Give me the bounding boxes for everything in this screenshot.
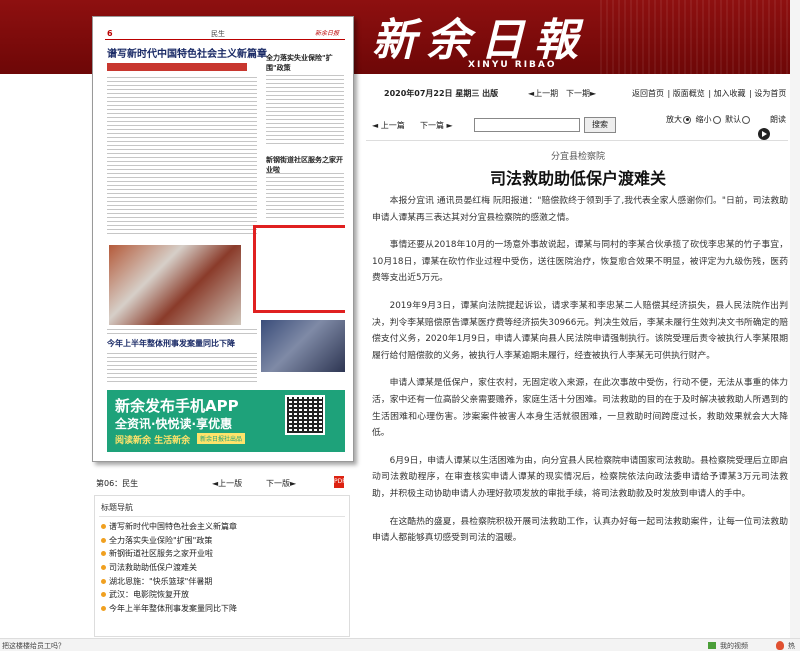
bullet-icon [101, 565, 106, 571]
video-icon[interactable] [708, 642, 716, 649]
masthead-texture [600, 0, 800, 74]
list-item-label[interactable]: 武汉：电影院恢复开放 [109, 590, 189, 599]
pdf-icon[interactable]: PDF [334, 476, 346, 488]
list-item-label[interactable]: 新钢街道社区服务之家开业啦 [109, 549, 213, 558]
thumbnail-page-name: 民生 [211, 30, 225, 38]
article: 分宜县检察院 司法救助助低保户渡难关 本报分宜讯 通讯员晏红梅 阮阳报道："赔偿… [366, 145, 790, 635]
thumbnail-headline-main[interactable]: 谱写新时代中国特色社会主义新篇章 [107, 45, 267, 60]
bullet-icon [101, 606, 106, 612]
zoom-out-label: 缩小 [695, 115, 712, 124]
listen-label[interactable]: 朗读 [770, 114, 786, 125]
thumbnail-headline-bottom[interactable]: 今年上半年整体刑事发案量同比下降 [107, 338, 235, 349]
list-item-label[interactable]: 湖北恩施："快乐篮球"伴暑期 [109, 577, 212, 586]
overview-link[interactable]: 版面概览 [673, 89, 705, 98]
article-paragraph: 2019年9月3日，谭某向法院提起诉讼，请求李某和李忠某二人赔偿其经济损失，县人… [372, 300, 788, 361]
zoom-in-radio[interactable] [683, 115, 691, 124]
hot-link[interactable]: 热 [788, 641, 795, 651]
play-icon[interactable] [758, 128, 770, 140]
list-item[interactable]: 谱写新时代中国特色社会主义新篇章 [101, 520, 237, 534]
thumbnail-headline-side2[interactable]: 新钢街道社区服务之家开业啦 [266, 155, 345, 175]
list-item-label[interactable]: 司法救助助低保户渡难关 [109, 563, 197, 572]
status-text[interactable]: 把这楼楼给员工吗？ [2, 641, 65, 651]
newspaper-logo-english: XINYU RIBAO [468, 60, 557, 70]
page-navigator: 第06：民生 ◄上一版 下一版► PDF [92, 476, 352, 492]
bullet-icon [101, 592, 106, 598]
ad-badge: 新余日报社出品 [197, 433, 246, 444]
article-paragraph: 在这酷热的盛夏，县检察院积极开展司法救助工作，认真办好每一起司法救助案件，让每一… [372, 516, 788, 544]
my-video-link[interactable]: 我的视频 [720, 641, 748, 651]
thumbnail-text-block [107, 77, 257, 237]
zoom-out-radio[interactable] [712, 115, 721, 124]
page-thumbnail[interactable]: 6 民生 新余日报 谱写新时代中国特色社会主义新篇章 全力落实失业保险"扩围"政… [92, 16, 354, 462]
list-item-label[interactable]: 全力落实失业保险"扩围"政策 [109, 536, 212, 545]
zoom-default-radio[interactable] [742, 115, 751, 124]
list-item[interactable]: 司法救助助低保户渡难关 [101, 561, 237, 575]
article-paragraph: 本报分宜讯 通讯员晏红梅 阮阳报道："赔偿款终于领到手了,我代表全家人感谢你们。… [372, 196, 788, 223]
next-issue-link[interactable]: 下一期► [566, 88, 596, 99]
list-item-label[interactable]: 今年上半年整体刑事发案量同比下降 [109, 604, 237, 613]
list-item[interactable]: 今年上半年整体刑事发案量同比下降 [101, 602, 237, 616]
next-article-link[interactable]: 下一篇 ► [420, 120, 453, 131]
title-navigation: 标题导航 谱写新时代中国特色社会主义新篇章 全力落实失业保险"扩围"政策 新钢街… [94, 495, 350, 637]
article-paragraph: 申请人谭某是低保户，家住农村，无固定收入来源，在此次事故中受伤，行动不便，无法从… [372, 378, 788, 439]
fire-icon[interactable] [776, 641, 784, 650]
prev-issue-link[interactable]: ◄上一期 [528, 88, 558, 99]
thumbnail-subhead-bar [107, 63, 247, 71]
scrollbar[interactable] [790, 0, 800, 640]
search-input[interactable] [474, 118, 580, 132]
zoom-controls: 放大 缩小 默认 [666, 114, 752, 125]
bullet-icon [101, 524, 106, 529]
page-thumbnail-image[interactable]: 6 民生 新余日报 谱写新时代中国特色社会主义新篇章 全力落实失业保险"扩围"政… [101, 25, 345, 453]
top-links: 返回首页 | 版面概览 | 加入收藏 | 设为首页 [632, 89, 787, 98]
ad-slogan: 全资讯·快悦读·享优惠 [115, 417, 233, 431]
bookmark-link[interactable]: 加入收藏 [714, 89, 746, 98]
thumbnail-text-block [266, 75, 344, 147]
list-item[interactable]: 武汉：电影院恢复开放 [101, 588, 237, 602]
title-navigation-list: 谱写新时代中国特色社会主义新篇章 全力落实失业保险"扩围"政策 新钢街道社区服务… [101, 520, 237, 616]
newspaper-logo: 新余日報 [372, 15, 588, 66]
list-item-label[interactable]: 谱写新时代中国特色社会主义新篇章 [109, 522, 237, 531]
thumbnail-rule [105, 39, 345, 40]
current-page-label: 第06：民生 [96, 479, 139, 488]
thumbnail-text-block [107, 329, 257, 335]
status-bar: 把这楼楼给员工吗？ 我的视频 热 [0, 638, 800, 651]
set-homepage-link[interactable]: 设为首页 [754, 89, 786, 98]
thumbnail-paper-logo: 新余日报 [315, 30, 340, 37]
article-toolbar: ◄ 上一篇 下一篇 ► 搜索 放大 缩小 默认 朗读 [366, 112, 800, 140]
zoom-in-label: 放大 [666, 115, 682, 124]
highlighted-story-box[interactable] [253, 225, 345, 313]
article-paragraph: 事情还要从2018年10月的一场意外事故说起，谭某与同村的李某合伙承揽了砍伐李忠… [372, 240, 788, 284]
prev-page-link[interactable]: ◄上一版 [212, 478, 242, 489]
ad-title: 新余发布手机APP [115, 397, 239, 415]
thumbnail-headline-side1[interactable]: 全力落实失业保险"扩围"政策 [266, 53, 345, 73]
bullet-icon [101, 551, 106, 557]
list-item[interactable]: 湖北恩施："快乐篮球"伴暑期 [101, 575, 237, 589]
search-button[interactable]: 搜索 [584, 117, 616, 133]
thumbnail-photo-basketball [109, 245, 241, 325]
zoom-default-label: 默认 [725, 115, 742, 124]
article-headline: 司法救助助低保户渡难关 [489, 169, 666, 188]
issue-date: 2020年07月22日 星期三 出版 [384, 89, 499, 98]
thumbnail-text-block [266, 173, 344, 221]
article-kicker: 分宜县检察院 [550, 152, 605, 162]
ad-tagline: 阅读新余 生活新余 [115, 436, 191, 446]
thumbnail-photo-cinema [261, 320, 345, 372]
home-link[interactable]: 返回首页 [632, 89, 664, 98]
next-page-link[interactable]: 下一版► [266, 478, 296, 489]
article-paragraph: 6月9日，申请人谭某以生活困难为由，向分宜县人民检察院申请国家司法救助。县检察院… [372, 455, 788, 499]
title-navigation-heading: 标题导航 [101, 503, 133, 512]
divider [99, 516, 345, 517]
list-item[interactable]: 全力落实失业保险"扩围"政策 [101, 534, 237, 548]
article-body: 本报分宜讯 通讯员晏红梅 阮阳报道："赔偿款终于领到手了,我代表全家人感谢你们。… [372, 193, 788, 558]
list-item[interactable]: 新钢街道社区服务之家开业啦 [101, 547, 237, 561]
prev-article-link[interactable]: ◄ 上一篇 [372, 120, 405, 131]
divider [366, 140, 788, 141]
thumbnail-text-block [107, 353, 257, 385]
thumbnail-page-number: 6 [107, 29, 113, 38]
bullet-icon [101, 578, 106, 584]
bullet-icon [101, 537, 106, 543]
qr-code-icon [285, 395, 325, 435]
